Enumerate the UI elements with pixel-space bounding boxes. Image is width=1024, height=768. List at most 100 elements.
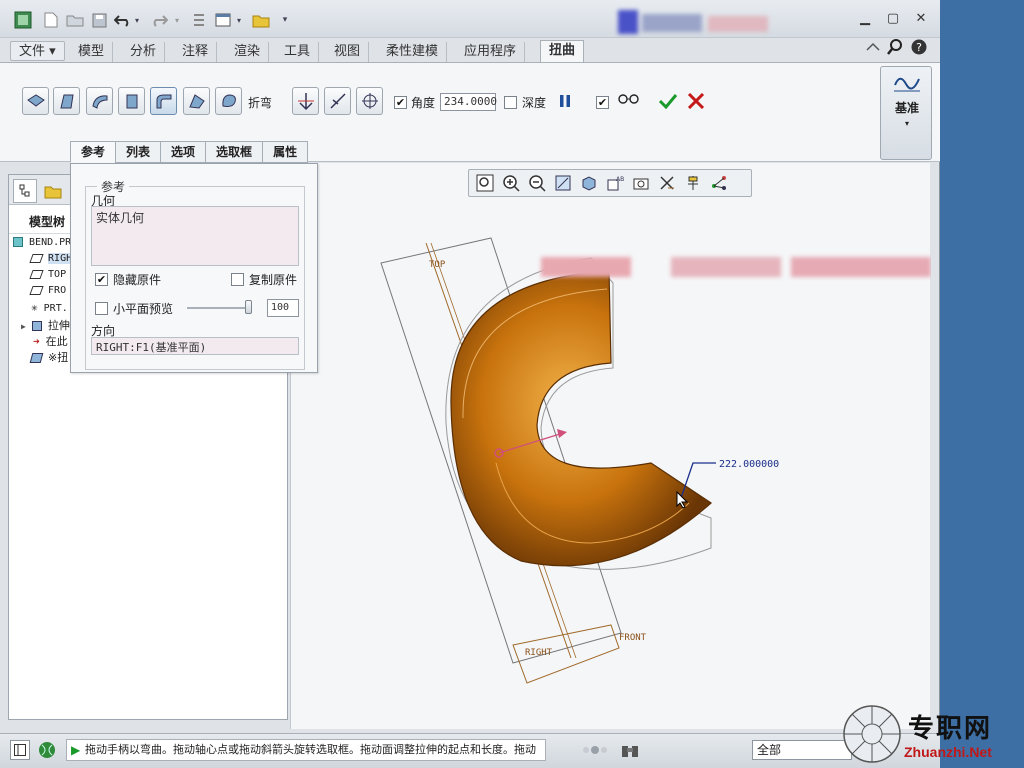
windows-dropdown-icon[interactable]: ▾ [234,9,244,31]
tab-render[interactable]: 渲染 [226,42,270,62]
rotate-marquee-button[interactable] [356,87,383,115]
minimize-button[interactable]: ▁ [856,10,874,28]
tab-analysis[interactable]: 分析 [122,42,166,62]
regenerate-icon[interactable] [188,9,210,31]
tree-item-extrude[interactable]: ▶ 拉伸 [21,317,70,333]
model-tree-title: 模型树 [29,215,66,229]
tab-model[interactable]: 模型 [70,42,114,62]
right-plane-label: RIGHT [525,648,553,658]
tab-file[interactable]: 文件 ▾ [10,41,65,61]
model-tree-tab-icon[interactable] [13,179,37,203]
twist-tool-button[interactable] [183,87,210,115]
angle-checkbox[interactable]: ✔ [394,96,407,109]
direction-collector[interactable]: RIGHT:F1(基准平面) [91,337,299,355]
search-icon[interactable] [886,39,904,57]
datum-display-icon[interactable] [655,172,678,194]
tab-applications[interactable]: 应用程序 [456,42,526,62]
copy-original-checkbox[interactable] [231,273,244,286]
tree-item-insert-here[interactable]: ➜ 在此 [33,333,68,349]
zoom-in-icon[interactable] [499,172,522,194]
tree-item-csys[interactable]: ✳ PRT. [31,301,68,314]
preview-checkbox[interactable]: ✔ [596,96,609,109]
subtab-marquee[interactable]: 选取框 [205,141,263,163]
subtab-list[interactable]: 列表 [115,141,161,163]
repaint-icon[interactable] [551,172,574,194]
tab-view[interactable]: 视图 [326,42,370,62]
rotation-arrow-head [557,429,567,438]
warp-tool-button[interactable] [53,87,80,115]
spine-tool-button[interactable] [86,87,113,115]
bend-tool-button[interactable] [150,87,177,115]
preview-glasses-icon[interactable] [618,93,640,111]
app-logo-icon[interactable] [12,9,34,31]
tree-item-right[interactable]: RIGH [29,253,73,264]
maximize-button[interactable]: ▢ [884,10,902,28]
annotation-display-icon[interactable] [681,172,704,194]
subtab-options[interactable]: 选项 [160,141,206,163]
model-viewport-svg[interactable]: 222.000000 TOP RIGHT FRONT [291,163,931,729]
close-window-folder-icon[interactable] [250,9,272,31]
refit-icon[interactable] [473,172,496,194]
angle-label: 角度 [411,96,436,110]
tab-flexible-modeling[interactable]: 柔性建模 [378,42,448,62]
customize-toolbar-icon[interactable]: ▾ [278,9,292,31]
facet-preview-checkbox[interactable] [95,302,108,315]
tree-item-part[interactable]: BEND.PR [13,237,71,248]
depth-checkbox[interactable] [504,96,517,109]
sculpt-tool-button[interactable] [215,87,242,115]
transform-tool-button[interactable] [22,87,49,115]
axis-direction-button[interactable] [292,87,319,115]
display-style-icon[interactable] [577,172,600,194]
tree-item-warp[interactable]: ※扭 [29,349,68,365]
hide-original-label: 隐藏原件 [113,273,162,287]
redo-icon[interactable] [148,9,170,31]
subtab-references[interactable]: 参考 [70,141,116,163]
tree-item-top[interactable]: TOP [29,269,66,280]
toggle-navigator-icon[interactable] [10,740,30,760]
bent-solid-model[interactable] [450,270,712,567]
datum-group-button[interactable]: 基准 ▾ [880,66,932,160]
browser-globe-icon[interactable] [36,740,58,760]
geometry-collector[interactable]: 实体几何 [91,206,299,266]
expand-icon[interactable]: ▶ [21,322,26,331]
watermark-text: 专职网 [908,714,993,744]
graphics-window[interactable]: 222.000000 TOP RIGHT FRONT [290,163,931,729]
cancel-x-button[interactable] [686,92,706,111]
tree-item-front[interactable]: FRO [29,285,66,296]
facet-slider-track[interactable] [187,307,251,309]
undo-dropdown-icon[interactable]: ▾ [132,9,142,31]
ok-check-button[interactable] [658,93,678,111]
subtab-properties[interactable]: 属性 [262,141,309,163]
facet-value-input[interactable]: 100 [267,299,299,317]
angle-input[interactable]: 234.0000 [440,93,497,111]
folder-browser-tab-icon[interactable] [41,179,65,203]
stretch-tool-button[interactable] [118,87,145,115]
windows-icon[interactable] [212,9,234,31]
ribbon-collapse-icon[interactable] [864,39,882,57]
zoom-out-icon[interactable] [525,172,548,194]
open-file-icon[interactable] [64,9,86,31]
facet-slider-thumb[interactable] [245,300,252,314]
tab-warp[interactable]: 扭曲 [540,40,585,64]
binoculars-icon[interactable] [618,740,642,762]
hide-original-checkbox[interactable]: ✔ [95,273,108,286]
dashboard-subtabs: 参考 列表 选项 选取框 属性 [70,141,309,163]
tab-annotate[interactable]: 注释 [174,42,218,62]
spin-center-icon[interactable] [707,172,730,194]
flip-direction-button[interactable] [324,87,351,115]
watermark: 专职网 Zhuanzhi.Net [842,704,1024,768]
undo-icon[interactable] [112,9,134,31]
saved-orientations-icon[interactable]: AB [603,172,626,194]
selection-filter-select[interactable]: 全部 [752,740,852,760]
tab-tools[interactable]: 工具 [276,42,320,62]
save-icon[interactable] [88,9,110,31]
tab-file-label: 文件 [19,44,46,59]
redo-dropdown-icon[interactable]: ▾ [172,9,182,31]
selection-filter-value: 全部 [757,743,782,757]
new-file-icon[interactable] [40,9,62,31]
view-manager-icon[interactable] [629,172,652,194]
close-window-button[interactable]: ✕ [912,10,930,28]
help-icon[interactable]: ? [910,39,928,57]
bend-dimension-label[interactable]: 222.000000 [719,459,779,470]
pause-button[interactable] [556,93,574,111]
